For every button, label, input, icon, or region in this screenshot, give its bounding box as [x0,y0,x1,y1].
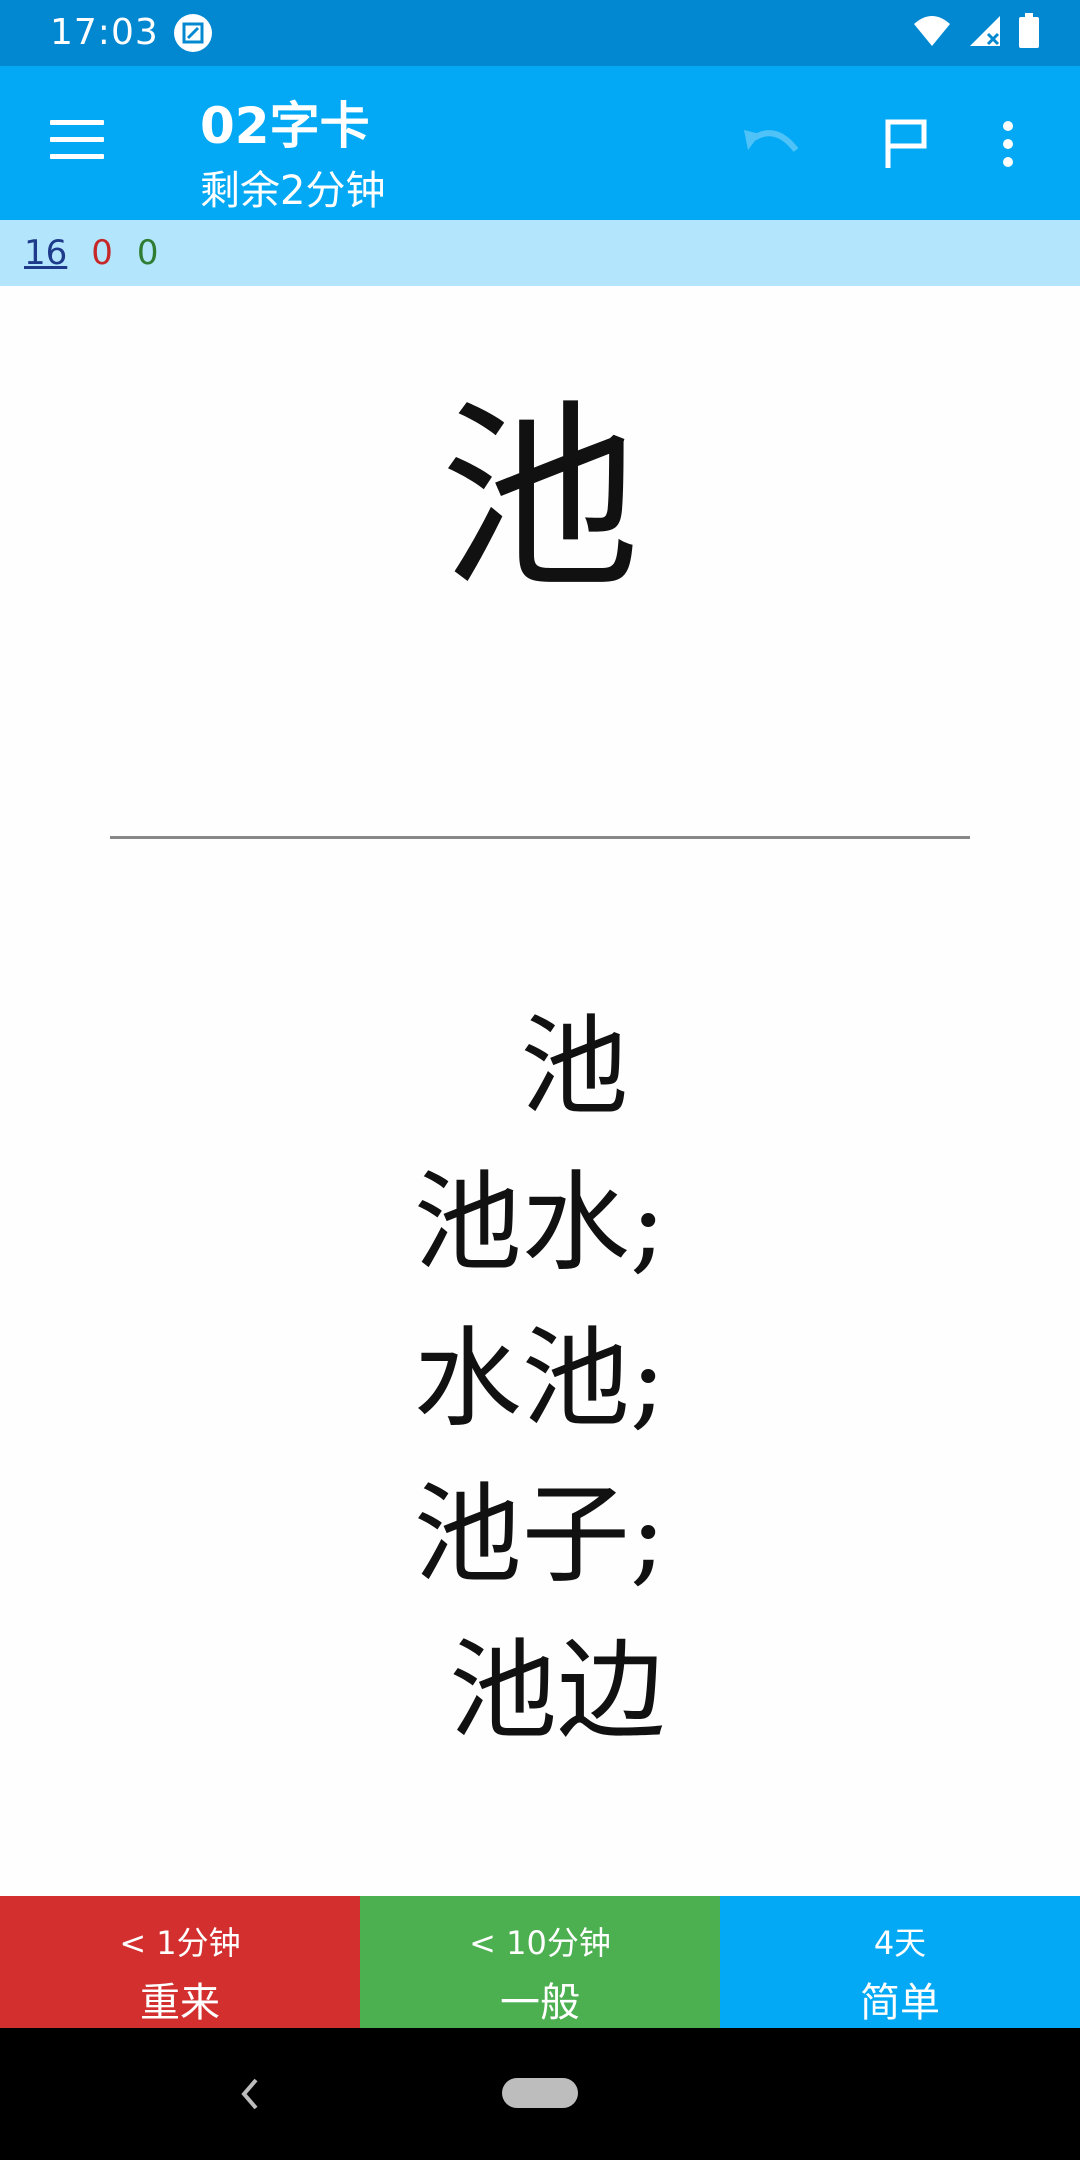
flag-icon[interactable] [874,112,938,176]
again-button[interactable]: < 1分钟 重来 [0,1896,360,2028]
deck-title: 02字卡 [200,97,370,155]
card-back-line: 池子; [413,1473,667,1598]
card-back-line: 池边 [414,1629,666,1754]
easy-interval: 4天 [873,1924,927,1962]
easy-label: 简单 [860,1980,940,2026]
card-counts-bar: 16 0 0 [0,220,1080,286]
good-label: 一般 [500,1980,580,2026]
battery-icon [1018,13,1040,53]
new-count: 16 [24,233,68,273]
menu-icon[interactable] [50,120,104,164]
card-back-line: 池 [451,1005,629,1130]
time-remaining: 剩余2分钟 [200,168,386,214]
screenshot-app-icon [174,14,212,52]
review-count: 0 [136,233,159,273]
app-bar: 02字卡 剩余2分钟 [0,66,1080,220]
again-interval: < 1分钟 [119,1924,241,1962]
answer-divider [110,836,970,839]
card-front-character: 池 [439,383,640,616]
easy-button[interactable]: 4天 简单 [720,1896,1080,2028]
card-back-line: 水池; [413,1317,667,1442]
status-bar: 17:03 [0,0,1080,66]
home-pill[interactable] [502,2078,578,2108]
system-nav-bar [0,2028,1080,2160]
status-icons [912,12,1040,54]
more-vert-icon[interactable] [988,112,1028,176]
card-back: 池 池水; 水池; 池子; 池边 [0,990,1080,1770]
answer-buttons: < 1分钟 重来 < 10分钟 一般 4天 简单 [0,1896,1080,2028]
undo-icon[interactable] [738,112,802,176]
wifi-icon [912,14,952,52]
good-interval: < 10分钟 [469,1924,611,1962]
status-time: 17:03 [50,12,159,53]
signal-icon [968,14,1002,52]
again-label: 重来 [140,1980,220,2026]
card-back-line: 池水; [413,1161,667,1286]
learning-count: 0 [91,233,113,273]
back-icon[interactable] [220,2064,280,2124]
good-button[interactable]: < 10分钟 一般 [360,1896,720,2028]
